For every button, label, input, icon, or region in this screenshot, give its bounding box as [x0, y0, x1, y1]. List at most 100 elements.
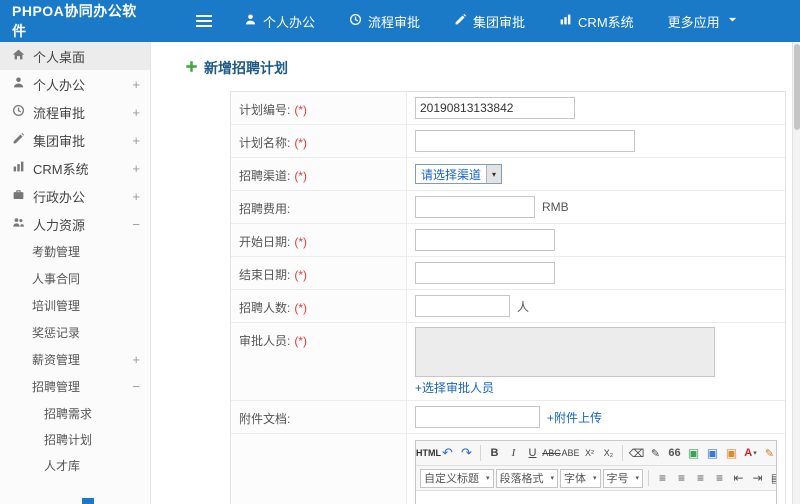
sidebar-label: 招聘计划 [44, 432, 93, 447]
paragraph-format-select[interactable]: 段落格式 ▾ [495, 468, 559, 488]
clock-flow-icon [12, 104, 25, 120]
sidebar-label: 招聘需求 [44, 406, 93, 421]
form-row-attachment: 附件文档: +附件上传 [231, 401, 785, 434]
insert-image-icon[interactable]: ▣ [685, 444, 702, 463]
sidebar-item-attendance[interactable]: 考勤管理 [0, 238, 150, 265]
hamburger-menu-icon[interactable] [196, 15, 212, 27]
italic-button[interactable]: I [505, 444, 522, 463]
expand-toggle[interactable]: + [132, 133, 140, 148]
fee-input[interactable] [415, 196, 535, 218]
home-icon [12, 48, 25, 64]
sidebar-item-rewards[interactable]: 奖惩记录 [0, 319, 150, 346]
sidebar-item-recruit-mgmt[interactable]: 招聘管理 − [0, 373, 150, 400]
unit-label: 人 [517, 299, 530, 314]
sidebar-item-talent-pool[interactable]: 人才库 [0, 452, 150, 478]
sidebar-label: 个人办公 [33, 77, 86, 93]
plan-name-input[interactable] [415, 130, 635, 152]
sidebar-label: 奖惩记录 [32, 326, 81, 340]
main-content: 新增招聘计划 计划编号:(*) 计划名称:(*) 招聘渠道:(*) 请选择渠道 … [151, 42, 800, 504]
recruit-plan-form: 计划编号:(*) 计划名称:(*) 招聘渠道:(*) 请选择渠道 ▾ [230, 91, 786, 504]
expand-toggle[interactable]: − [132, 379, 140, 394]
form-row-editor: HTML ↶ ↷ B I U ABC ABE X² X₂ ⌫ ✎ 66 ▣ ▣ … [231, 434, 785, 504]
editor-toolbar-row2: 自定义标题 ▾ 段落格式 ▾ 字体 ▾ 字号 ▾ ≡ ≡ ≡ ≡ ⇤ ⇥ ▤ [416, 466, 776, 491]
undo-icon[interactable]: ↶ [439, 444, 456, 463]
underline-button[interactable]: U [524, 444, 541, 463]
channel-select[interactable]: 请选择渠道 ▾ [415, 164, 503, 184]
eraser-icon[interactable]: ⌫ [628, 444, 645, 463]
start-date-input[interactable] [415, 229, 555, 251]
nav-crm-system[interactable]: CRM系统 [559, 12, 634, 31]
required-mark: (*) [294, 136, 308, 150]
remove-format-button[interactable]: ABE [562, 444, 580, 463]
plan-number-input[interactable] [415, 97, 575, 119]
nav-group-approval[interactable]: 集团审批 [454, 12, 525, 31]
sidebar-item-salary[interactable]: 薪资管理 + [0, 346, 150, 373]
channel-select-value: 请选择渠道 [421, 167, 482, 182]
caret-down-icon: ▾ [635, 475, 640, 482]
field-label: 招聘费用: [239, 202, 291, 216]
insert-link-icon[interactable]: ▣ [704, 444, 721, 463]
insert-media-icon[interactable]: ▣ [723, 444, 740, 463]
sidebar-item-recruit-demand[interactable]: 招聘需求 [0, 400, 150, 426]
align-justify-icon[interactable]: ≡ [711, 469, 728, 488]
sidebar-item-group-approval[interactable]: 集团审批 + [0, 126, 150, 154]
outdent-icon[interactable]: ⇤ [730, 469, 747, 488]
editor-content[interactable] [416, 491, 776, 504]
sidebar-item-personal-office[interactable]: 个人办公 + [0, 70, 150, 98]
expand-toggle[interactable]: + [132, 189, 140, 204]
required-mark: (*) [294, 235, 308, 249]
expand-toggle[interactable]: − [132, 217, 140, 232]
indent-icon[interactable]: ⇥ [749, 469, 766, 488]
font-family-select[interactable]: 字体 ▾ [560, 468, 601, 488]
redo-icon[interactable]: ↷ [458, 444, 475, 463]
headcount-input[interactable] [415, 295, 510, 317]
align-center-icon[interactable]: ≡ [673, 469, 690, 488]
sidebar-label: 考勤管理 [32, 245, 81, 259]
blockquote-button[interactable]: 66 [666, 444, 683, 463]
nav-label: 更多应用 [667, 14, 720, 30]
sidebar-item-hr-contract[interactable]: 人事合同 [0, 265, 150, 292]
attachment-input[interactable] [415, 406, 540, 428]
caret-down-icon: ▾ [486, 475, 490, 482]
choose-approver-link[interactable]: +选择审批人员 [415, 379, 494, 396]
nav-workflow-approval[interactable]: 流程审批 [349, 12, 420, 31]
app-logo: PHPOA协同办公软件 [12, 3, 137, 39]
approver-textarea[interactable] [415, 327, 715, 377]
sidebar-item-hr[interactable]: 人力资源 − [0, 210, 150, 238]
custom-heading-select[interactable]: 自定义标题 ▾ [420, 468, 494, 488]
end-date-input[interactable] [415, 262, 555, 284]
sidebar-item-training[interactable]: 培训管理 [0, 292, 150, 319]
sidebar-item-crm[interactable]: CRM系统 + [0, 154, 150, 182]
subscript-button[interactable]: X₂ [600, 444, 617, 463]
upload-attachment-link[interactable]: +附件上传 [547, 409, 602, 426]
superscript-button[interactable]: X² [581, 444, 598, 463]
nav-label: 集团审批 [473, 14, 526, 30]
expand-toggle[interactable]: + [132, 352, 140, 367]
sidebar-item-admin-office[interactable]: 行政办公 + [0, 182, 150, 210]
bar-chart-icon [559, 13, 572, 29]
caret-down-icon: ▾ [550, 475, 555, 482]
nav-more-apps[interactable]: 更多应用 [668, 12, 739, 31]
format-painter-icon[interactable]: ✎ [647, 444, 664, 463]
html-source-button[interactable]: HTML [416, 444, 441, 463]
toolbar-separator [622, 445, 623, 461]
sidebar-item-recruit-plan[interactable]: 招聘计划 [0, 426, 150, 452]
expand-toggle[interactable]: + [132, 77, 140, 92]
nav-personal-office[interactable]: 个人办公 [244, 12, 315, 31]
bold-button[interactable]: B [486, 444, 503, 463]
form-row-fee: 招聘费用: RMB [231, 191, 785, 224]
ordered-list-icon[interactable]: ▤ [768, 469, 776, 488]
scrollbar-thumb[interactable] [794, 44, 800, 130]
field-label: 计划编号: [239, 103, 291, 117]
vertical-scrollbar[interactable] [792, 42, 800, 504]
font-size-select[interactable]: 字号 ▾ [602, 468, 644, 488]
align-right-icon[interactable]: ≡ [692, 469, 709, 488]
align-left-icon[interactable]: ≡ [654, 469, 671, 488]
sidebar-item-desktop[interactable]: 个人桌面 [0, 42, 150, 70]
highlight-pen-icon[interactable]: ✎ [761, 444, 776, 463]
expand-toggle[interactable]: + [132, 105, 140, 120]
strikethrough-button[interactable]: ABC [542, 444, 561, 463]
sidebar-item-workflow-approval[interactable]: 流程审批 + [0, 98, 150, 126]
font-color-button[interactable]: A ▾ [742, 444, 759, 463]
expand-toggle[interactable]: + [132, 161, 140, 176]
